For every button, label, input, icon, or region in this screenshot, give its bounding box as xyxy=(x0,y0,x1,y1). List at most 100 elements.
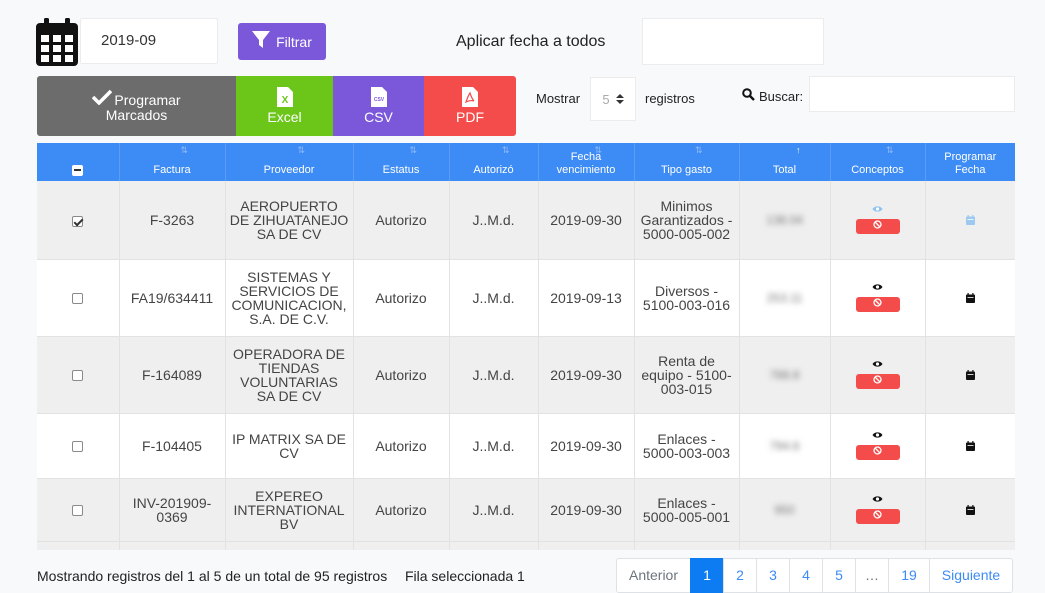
table-row[interactable]: INV-201909-0369 EXPEREO INTERNATIONAL BV A… xyxy=(37,478,1015,541)
factura-cell: F-3263 xyxy=(119,181,226,259)
estatus-cell: Autorizo xyxy=(353,259,450,336)
month-input[interactable]: 2019-09 xyxy=(80,18,218,64)
table-row[interactable]: F-164089 OPERADORA DE TIENDAS VOLUNTARIAS… xyxy=(37,336,1015,413)
estatus-cell: Autorizo xyxy=(353,413,450,478)
calendar-icon[interactable] xyxy=(36,18,78,66)
row-select-cell[interactable] xyxy=(37,259,120,336)
ban-icon xyxy=(873,220,882,232)
cancel-button[interactable] xyxy=(855,219,900,235)
estatus-cell: Autorizo xyxy=(353,181,450,259)
page-size-select[interactable]: 5 xyxy=(590,77,636,121)
apply-date-input[interactable] xyxy=(642,18,824,65)
selected-rows-info: Fila seleccionada 1 xyxy=(404,568,525,584)
row-select-cell[interactable] xyxy=(37,413,120,478)
eye-icon[interactable] xyxy=(872,283,883,295)
table-row[interactable]: F-3263 AEROPUERTO DE ZIHUATANEJO SA DE CV… xyxy=(37,181,1015,259)
export-pdf-button[interactable]: PDF xyxy=(424,76,516,136)
calendar-icon[interactable] xyxy=(965,503,975,517)
column-header-estatus[interactable]: ⇅ Estatus xyxy=(353,143,450,181)
programar-fecha-cell xyxy=(925,336,1015,413)
total-cell: 788.8 xyxy=(739,336,831,413)
apply-date-label: Aplicar fecha a todos xyxy=(456,33,606,50)
page-button[interactable]: 4 xyxy=(789,558,823,593)
eye-icon[interactable] xyxy=(872,495,883,507)
cancel-button[interactable] xyxy=(855,509,900,524)
column-header-tipo-gasto[interactable]: ⇅ Tipo gasto xyxy=(634,143,740,181)
column-header-factura[interactable]: ⇅ Factura xyxy=(119,143,226,181)
autorizo-cell: J..M.d. xyxy=(449,413,539,478)
row-select-cell[interactable] xyxy=(37,478,120,541)
page-button[interactable]: 19 xyxy=(888,558,930,593)
calendar-icon[interactable] xyxy=(965,291,975,305)
show-label: Mostrar xyxy=(536,91,581,106)
page-button[interactable]: 3 xyxy=(756,558,790,593)
cancel-button[interactable] xyxy=(855,297,900,312)
proveedor-cell: AEROPUERTO DE ZIHUATANEJO SA DE CV xyxy=(225,181,354,259)
eye-icon[interactable] xyxy=(872,360,883,372)
conceptos-cell xyxy=(830,259,926,336)
table-row[interactable]: F-104405 IP MATRIX SA DE CV Autorizo J..M.d… xyxy=(37,413,1015,478)
factura-cell: F-104405 xyxy=(119,413,226,478)
conceptos-cell xyxy=(830,413,926,478)
row-checkbox[interactable] xyxy=(72,370,84,382)
column-header-proveedor[interactable]: ⇅ Proveedor xyxy=(225,143,354,181)
page-button[interactable]: 2 xyxy=(723,558,757,593)
export-csv-button[interactable]: CSV CSV xyxy=(333,76,424,136)
conceptos-cell xyxy=(830,181,926,259)
select-all-header[interactable] xyxy=(37,143,120,181)
column-header-fecha-vencimiento[interactable]: ⇅ Fecha vencimiento xyxy=(538,143,635,181)
tipo-gasto-cell: Diversos - 5100-003-016 xyxy=(634,259,740,336)
eye-icon[interactable] xyxy=(872,431,883,443)
programar-fecha-cell xyxy=(925,259,1015,336)
sort-icon: ⇅ xyxy=(180,145,188,155)
tipo-gasto-cell: Minimos Garantizados - 5000-005-002 xyxy=(634,181,740,259)
row-checkbox[interactable] xyxy=(72,505,84,517)
fecha-vencimiento-cell: 2019-09-30 xyxy=(538,181,635,259)
excel-icon-letter: X xyxy=(281,95,288,106)
filter-button-label: Filtrar xyxy=(276,33,312,50)
estatus-cell: Autorizo xyxy=(353,336,450,413)
proveedor-cell: SISTEMAS Y SERVICIOS DE COMUNICACION, S.… xyxy=(225,259,354,336)
column-header-programar-fecha[interactable]: Programar Fecha xyxy=(925,143,1015,181)
page-size-value: 5 xyxy=(602,91,610,107)
total-value: 138.04 xyxy=(766,213,803,228)
export-excel-button[interactable]: X Excel xyxy=(236,76,333,136)
table-row-partial xyxy=(37,541,1015,550)
row-checkbox[interactable] xyxy=(72,441,84,453)
program-label-line2: Marcados xyxy=(105,107,168,123)
row-select-cell[interactable] xyxy=(37,181,120,259)
table-row[interactable]: FA19/634411 SISTEMAS Y SERVICIOS DE COMUN… xyxy=(37,259,1015,336)
search-input[interactable] xyxy=(809,76,1015,112)
eye-icon[interactable] xyxy=(872,205,883,217)
sort-icon: ⇅ xyxy=(297,145,305,155)
fecha-vencimiento-cell: 2019-09-30 xyxy=(538,413,635,478)
programar-fecha-cell xyxy=(925,413,1015,478)
column-header-conceptos[interactable]: ⇅ Conceptos xyxy=(830,143,926,181)
row-checkbox[interactable] xyxy=(72,293,84,305)
cancel-button[interactable] xyxy=(855,374,900,389)
filter-button[interactable]: Filtrar xyxy=(238,23,326,60)
row-select-cell[interactable] xyxy=(37,336,120,413)
page-button[interactable]: 5 xyxy=(822,558,856,593)
invoices-table: ⇅ Factura ⇅ Proveedor ⇅ Estatus ⇅ Autorizó ⇅… xyxy=(37,143,1015,550)
select-all-checkbox[interactable] xyxy=(72,164,84,176)
records-label: registros xyxy=(645,91,695,106)
autorizo-cell: J..M.d. xyxy=(449,478,539,541)
excel-file-icon: X xyxy=(276,87,293,110)
pagination-previous[interactable]: Anterior xyxy=(616,558,691,593)
column-header-total[interactable]: ↑ Total xyxy=(739,143,831,181)
ban-icon xyxy=(873,510,882,522)
factura-cell: INV-201909-0369 xyxy=(119,478,226,541)
cancel-button[interactable] xyxy=(855,445,900,460)
calendar-icon[interactable] xyxy=(965,439,975,453)
page-button[interactable]: 1 xyxy=(690,558,724,593)
column-header-autorizo[interactable]: ⇅ Autorizó xyxy=(449,143,539,181)
calendar-icon[interactable] xyxy=(965,368,975,382)
row-checkbox[interactable] xyxy=(72,215,84,227)
pagination-next[interactable]: Siguiente xyxy=(929,558,1013,593)
factura-cell: FA19/634411 xyxy=(119,259,226,336)
sort-icon: ⇅ xyxy=(885,145,894,155)
calendar-icon[interactable] xyxy=(965,213,975,227)
program-marked-button[interactable]: Programar Marcados xyxy=(37,76,236,136)
estatus-cell: Autorizo xyxy=(353,478,450,541)
